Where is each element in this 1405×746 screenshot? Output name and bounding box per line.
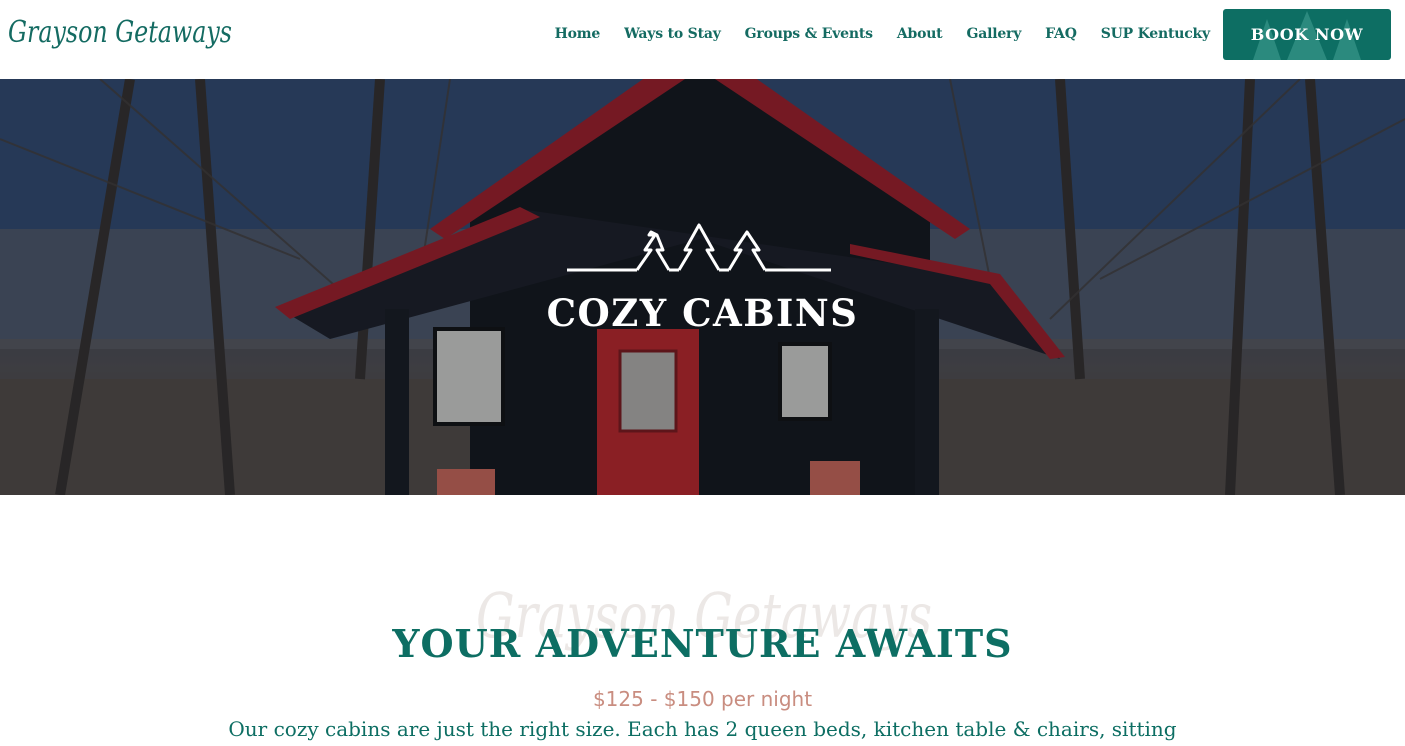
nav-home[interactable]: Home: [555, 26, 601, 42]
hero-banner: COZY CABINS: [0, 79, 1405, 495]
site-logo[interactable]: Grayson Getaways: [6, 4, 236, 64]
book-now-button[interactable]: BOOK NOW: [1223, 9, 1391, 60]
hero-title: COZY CABINS: [546, 291, 859, 335]
book-now-label: BOOK NOW: [1250, 25, 1364, 44]
section-description: Our cozy cabins are just the right size.…: [228, 717, 1177, 741]
nav-sup-kentucky[interactable]: SUP Kentucky: [1101, 26, 1210, 42]
nav-gallery[interactable]: Gallery: [966, 26, 1021, 42]
three-trees-icon: [567, 223, 831, 272]
site-header: Grayson Getaways Home Ways to Stay Group…: [0, 0, 1405, 79]
svg-text:Grayson Getaways: Grayson Getaways: [8, 15, 232, 50]
logo-script: Grayson Getaways: [8, 15, 232, 50]
nav-groups-events[interactable]: Groups & Events: [745, 26, 873, 42]
nav-about[interactable]: About: [897, 26, 943, 42]
section-title: YOUR ADVENTURE AWAITS: [392, 621, 1013, 666]
price-range: $125 - $150 per night: [592, 687, 813, 711]
nav-ways-to-stay[interactable]: Ways to Stay: [624, 26, 721, 42]
hero-overlay: [0, 79, 1405, 495]
main-nav: Home Ways to Stay Groups & Events About …: [555, 22, 1211, 46]
intro-section: Grayson Getaways YOUR ADVENTURE AWAITS $…: [0, 495, 1405, 746]
nav-faq[interactable]: FAQ: [1045, 26, 1077, 42]
